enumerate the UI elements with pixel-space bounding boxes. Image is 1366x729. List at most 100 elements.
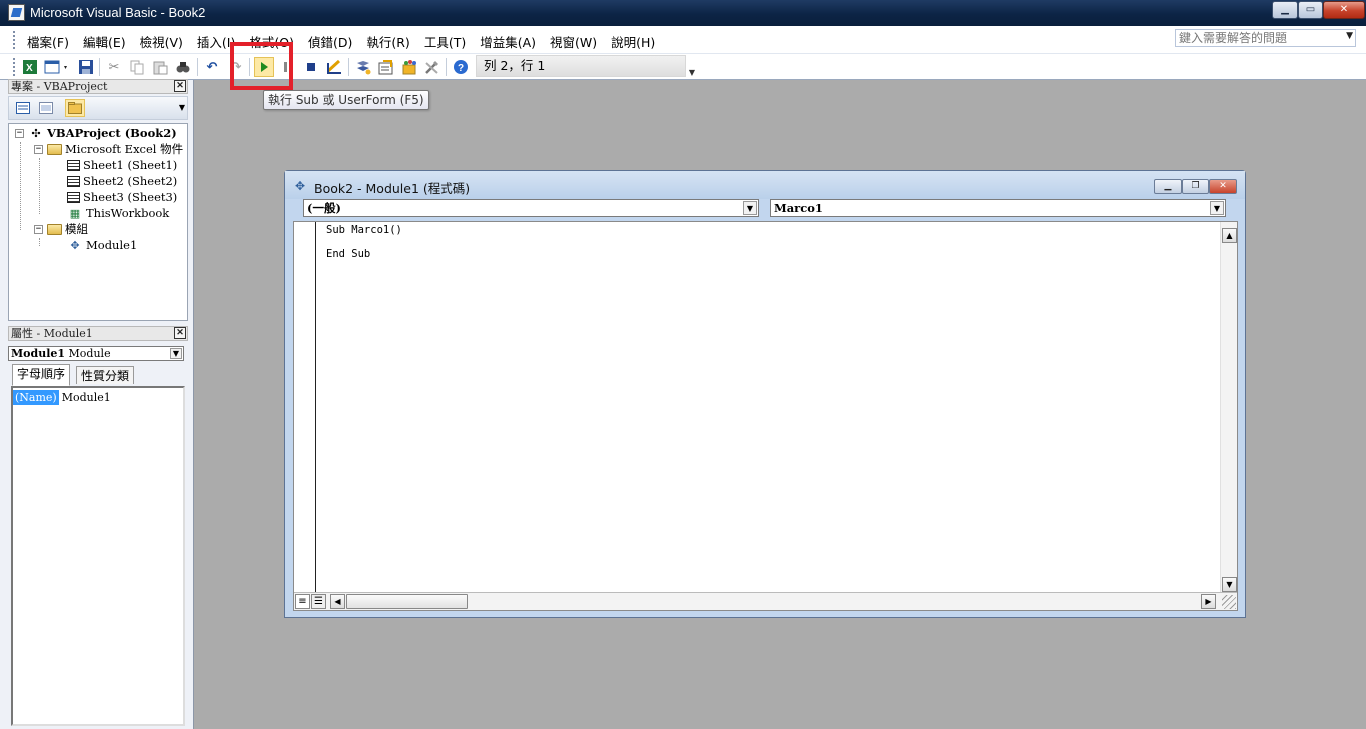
help-icon[interactable]: ? — [451, 57, 471, 77]
tree-item-modules[interactable]: − 模組 — [34, 221, 88, 237]
code-window-title: Book2 - Module1 (程式碼) — [314, 181, 471, 196]
code-close-button[interactable]: ✕ — [1209, 179, 1237, 194]
scroll-right-icon[interactable]: ▶ — [1201, 594, 1216, 609]
collapse-icon[interactable]: − — [34, 224, 43, 234]
project-pane-header: 專案 - VBAProject ✕ — [8, 79, 188, 94]
excel-icon[interactable]: X — [20, 57, 40, 77]
toolbox-icon[interactable] — [422, 57, 442, 77]
worksheet-icon — [67, 175, 80, 187]
menu-addins[interactable]: 增益集(A) — [473, 26, 543, 54]
tree-item-vbaproject[interactable]: − ✣ VBAProject (Book2) — [15, 125, 177, 141]
object-browser-icon[interactable] — [399, 57, 419, 77]
property-name[interactable]: (Name) — [13, 390, 59, 405]
object-type: Module — [68, 347, 111, 360]
worksheet-icon — [67, 191, 80, 203]
collapse-icon[interactable]: − — [34, 144, 43, 154]
scroll-down-icon[interactable]: ▼ — [1222, 577, 1237, 592]
code-window-titlebar: ✥ Book2 - Module1 (程式碼) ▁ ❐ ✕ — [285, 171, 1245, 199]
help-search-box[interactable]: ▼ — [1175, 29, 1356, 47]
find-icon[interactable] — [173, 57, 193, 77]
tree-item-sheet2[interactable]: Sheet2 (Sheet2) — [67, 173, 177, 189]
full-module-view-icon[interactable]: ☰ — [311, 594, 326, 609]
menu-bar: 檔案(F) 編輯(E) 檢視(V) 插入(I) 格式(O) 偵錯(D) 執行(R… — [0, 26, 1366, 54]
vertical-scrollbar[interactable]: ▲ ▼ — [1220, 222, 1237, 594]
menu-view[interactable]: 檢視(V) — [133, 26, 190, 54]
design-mode-icon[interactable] — [324, 57, 344, 77]
resize-grip-icon[interactable] — [1222, 595, 1236, 609]
code-margin[interactable] — [294, 222, 316, 594]
chevron-down-icon[interactable]: ▼ — [170, 348, 182, 359]
chevron-down-icon[interactable]: ▼ — [743, 201, 757, 215]
close-icon[interactable]: ✕ — [174, 80, 186, 92]
properties-grid: (Name) Module1 — [11, 386, 185, 726]
menu-help[interactable]: 說明(H) — [604, 26, 662, 54]
help-search-input[interactable] — [1176, 30, 1336, 46]
menu-window[interactable]: 視窗(W) — [543, 26, 604, 54]
view-object-icon[interactable] — [36, 99, 56, 117]
menu-run[interactable]: 執行(R) — [359, 26, 416, 54]
horizontal-scroll-thumb[interactable] — [346, 594, 468, 609]
procedure-view-icon[interactable]: ≡ — [295, 594, 310, 609]
reset-icon[interactable] — [301, 57, 321, 77]
insert-userform-icon[interactable] — [43, 57, 71, 77]
code-line[interactable]: Sub Marco1() — [326, 224, 402, 248]
tree-line — [20, 142, 21, 230]
code-restore-button[interactable]: ❐ — [1182, 179, 1209, 194]
minimize-button[interactable]: ▁ — [1272, 1, 1298, 19]
tree-item-excel-objects[interactable]: − Microsoft Excel 物件 — [34, 141, 183, 157]
properties-pane-title: 屬性 - Module1 — [11, 327, 93, 340]
code-line[interactable]: End Sub — [326, 248, 402, 272]
scroll-left-icon[interactable]: ◀ — [330, 594, 345, 609]
cut-icon[interactable]: ✂ — [104, 57, 124, 77]
horizontal-scrollbar[interactable]: ≡ ☰ ◀ ▶ — [294, 592, 1237, 610]
toolbar-separator — [99, 58, 100, 76]
copy-icon[interactable] — [127, 57, 147, 77]
project-explorer-icon[interactable] — [353, 57, 373, 77]
tree-item-sheet1[interactable]: Sheet1 (Sheet1) — [67, 157, 177, 173]
chevron-down-icon[interactable]: ▼ — [1346, 31, 1353, 41]
undo-icon[interactable]: ↶ — [202, 57, 222, 77]
tree-item-module1[interactable]: ✥ Module1 — [67, 237, 137, 253]
project-toolbar: ▼ — [8, 96, 188, 120]
property-value[interactable]: Module1 — [59, 390, 111, 405]
menubar-grip-icon[interactable] — [13, 31, 16, 49]
toolbar-separator — [197, 58, 198, 76]
menu-file[interactable]: 檔案(F) — [20, 26, 76, 54]
close-button[interactable]: ✕ — [1323, 1, 1365, 19]
code-editor[interactable]: Sub Marco1() End Sub ▲ ▼ ≡ ☰ ◀ ▶ — [293, 221, 1238, 611]
menu-edit[interactable]: 編輯(E) — [76, 26, 133, 54]
tree-line — [39, 158, 40, 214]
object-combo[interactable]: (一般) ▼ — [303, 199, 759, 217]
toolbar-grip-icon[interactable] — [13, 58, 16, 76]
view-code-icon[interactable] — [13, 99, 33, 117]
module-icon: ✥ — [295, 179, 306, 193]
collapse-icon[interactable]: − — [15, 128, 24, 138]
tree-item-thisworkbook[interactable]: ▦ ThisWorkbook — [67, 205, 169, 221]
tree-item-label: ThisWorkbook — [86, 206, 170, 220]
tab-categorized[interactable]: 性質分類 — [76, 366, 135, 384]
toolbar-options-icon[interactable]: ▼ — [686, 60, 698, 78]
code-minimize-button[interactable]: ▁ — [1154, 179, 1182, 194]
chevron-down-icon[interactable]: ▼ — [179, 103, 185, 112]
properties-object-select[interactable]: Module1 Module ▼ — [8, 346, 184, 361]
chevron-down-icon[interactable]: ▼ — [1210, 201, 1224, 215]
properties-window-icon[interactable] — [376, 57, 396, 77]
maximize-button[interactable]: ▭ — [1298, 1, 1323, 19]
property-row[interactable]: (Name) Module1 — [13, 390, 183, 405]
paste-icon[interactable] — [150, 57, 170, 77]
toggle-folders-icon[interactable] — [65, 99, 85, 117]
close-icon[interactable]: ✕ — [174, 327, 186, 339]
menu-tools[interactable]: 工具(T) — [417, 26, 473, 54]
code-text[interactable]: Sub Marco1() End Sub — [326, 224, 402, 272]
tree-item-label: Module1 — [86, 238, 138, 252]
save-icon[interactable] — [76, 57, 96, 77]
procedure-combo[interactable]: Marco1 ▼ — [770, 199, 1226, 217]
menu-debug[interactable]: 偵錯(D) — [301, 26, 359, 54]
folder-icon — [47, 143, 62, 155]
scroll-up-icon[interactable]: ▲ — [1222, 228, 1237, 243]
tree-item-sheet3[interactable]: Sheet3 (Sheet3) — [67, 189, 177, 205]
properties-pane-header: 屬性 - Module1 ✕ — [8, 326, 188, 341]
left-dock: 專案 - VBAProject ✕ ▼ − ✣ VBAProject (Book… — [0, 79, 194, 729]
tab-alphabetic[interactable]: 字母順序 — [12, 364, 71, 386]
object-combo-value: (一般) — [307, 201, 341, 215]
